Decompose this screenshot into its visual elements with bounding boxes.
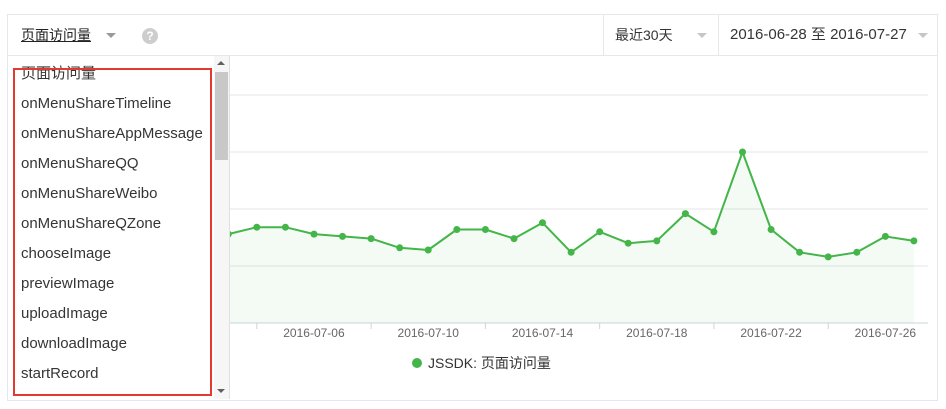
dropdown-option[interactable]: downloadImage (9, 329, 214, 359)
period-select-value: 最近30天 (615, 27, 673, 43)
period-select[interactable]: 最近30天 (603, 15, 718, 55)
x-tick-label: 2016-07-18 (626, 326, 688, 340)
dropdown-option[interactable]: 页面访问量 (9, 59, 214, 89)
dropdown-option[interactable]: onMenuShareQZone (9, 209, 214, 239)
metric-select[interactable]: 页面访问量 (8, 15, 128, 55)
scroll-up-arrow-icon[interactable] (217, 61, 225, 65)
data-point (310, 230, 318, 238)
metric-dropdown-menu: 页面访问量 onMenuShareTimeline onMenuShareApp… (9, 56, 230, 399)
data-point (453, 226, 461, 233)
date-range-picker[interactable]: 2016-06-28 至 2016-07-27 (718, 15, 937, 55)
x-tick-label: 2016-07-10 (398, 326, 460, 340)
date-range-value: 2016-06-28 至 2016-07-27 (730, 26, 907, 43)
data-point (424, 246, 432, 254)
scroll-down-arrow-icon[interactable] (217, 389, 225, 393)
data-point (681, 210, 689, 218)
data-point (281, 223, 289, 231)
dropdown-option[interactable]: uploadImage (9, 299, 214, 329)
series-layer (224, 148, 918, 323)
legend-symbol (412, 358, 422, 368)
dropdown-option[interactable]: onMenuShareTimeline (9, 89, 214, 119)
data-point (596, 228, 604, 236)
dropdown-scrollbar[interactable] (214, 56, 229, 399)
dropdown-option[interactable]: onMenuShareQQ (9, 149, 214, 179)
filter-toolbar: 页面访问量 最近30天 2016-06-28 至 2016-07-27 (8, 15, 937, 56)
data-point (339, 232, 346, 240)
x-tick-label: 2016-07-14 (512, 326, 574, 340)
data-point (767, 226, 775, 233)
scrollbar-thumb[interactable] (215, 72, 228, 160)
series-area (228, 152, 914, 323)
data-point (253, 223, 261, 231)
chevron-down-icon (918, 33, 928, 38)
data-point (653, 237, 661, 245)
x-tick-label: 2016-07-06 (283, 326, 345, 340)
data-point (710, 228, 718, 236)
data-point (881, 232, 889, 240)
data-point (567, 248, 575, 256)
x-tick-label: 2016-07-22 (740, 326, 802, 340)
metric-select-value: 页面访问量 (21, 27, 91, 43)
dropdown-option[interactable]: previewImage (9, 269, 214, 299)
x-tick-label: 2016-07-26 (855, 326, 917, 340)
data-point (739, 148, 746, 156)
metric-option-list: 页面访问量 onMenuShareTimeline onMenuShareApp… (9, 56, 214, 399)
legend-item[interactable]: JSSDK: 页面访问量 (411, 354, 561, 372)
data-point (539, 219, 546, 227)
data-point (910, 237, 918, 245)
chevron-down-icon (106, 33, 116, 38)
chevron-down-icon (697, 33, 707, 38)
data-point (367, 235, 375, 243)
data-point (624, 239, 632, 247)
dropdown-option[interactable]: onMenuShareAppMessage (9, 119, 214, 149)
data-point (396, 244, 404, 252)
data-point (481, 226, 489, 233)
dropdown-option[interactable]: chooseImage (9, 239, 214, 269)
data-point (853, 248, 861, 256)
dropdown-option[interactable]: onMenuShareWeibo (9, 179, 214, 209)
data-point (824, 253, 832, 261)
legend-label: JSSDK: 页面访问量 (428, 355, 551, 371)
data-point (796, 248, 804, 256)
question-circle-icon[interactable] (142, 28, 158, 44)
data-point (510, 235, 518, 243)
dropdown-option[interactable]: startRecord (9, 359, 214, 389)
